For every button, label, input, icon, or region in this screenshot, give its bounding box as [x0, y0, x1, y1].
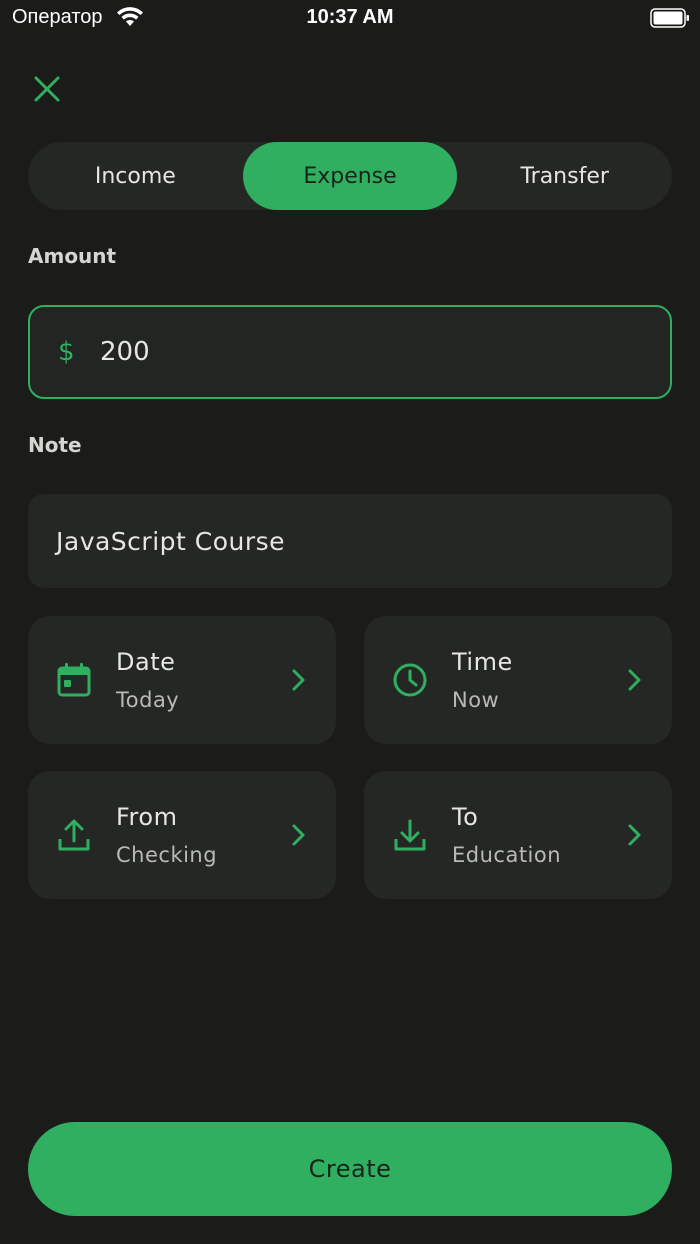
battery-icon [650, 8, 689, 28]
date-picker-card[interactable]: Date Today [28, 616, 336, 744]
from-value: Checking [116, 843, 218, 867]
time-value: Now [452, 688, 500, 712]
clock-icon [393, 663, 427, 697]
date-title: Date [116, 648, 176, 676]
to-title: To [452, 803, 479, 831]
note-input[interactable]: JavaScript Course [28, 494, 672, 588]
to-value: Education [452, 843, 562, 867]
tab-transfer[interactable]: Transfer [457, 142, 672, 210]
tab-expense[interactable]: Expense [242, 142, 458, 210]
create-button[interactable]: Create [28, 1122, 672, 1216]
status-time: 10:37 AM [306, 6, 394, 28]
chevron-right-icon [628, 669, 641, 691]
download-icon [394, 819, 426, 851]
note-label: Note [28, 433, 82, 457]
close-icon [34, 76, 60, 102]
chevron-right-icon [628, 824, 641, 846]
from-account-card[interactable]: From Checking [28, 771, 336, 899]
amount-input[interactable]: $ 200 [28, 305, 672, 399]
close-button[interactable] [28, 70, 66, 108]
tab-income[interactable]: Income [28, 142, 243, 210]
time-title: Time [452, 648, 513, 676]
calendar-icon [57, 663, 91, 697]
add-transaction-screen: Оператор 10:37 AM Income Expense Transfe… [0, 0, 700, 1244]
chevron-right-icon [292, 669, 305, 691]
to-category-card[interactable]: To Education [364, 771, 672, 899]
chevron-right-icon [292, 824, 305, 846]
currency-symbol: $ [58, 337, 75, 367]
upload-icon [58, 819, 90, 851]
amount-value: 200 [100, 337, 150, 367]
amount-label: Amount [28, 244, 117, 268]
transaction-type-tabs: Income Expense Transfer [28, 142, 672, 210]
date-value: Today [116, 688, 180, 712]
status-bar: Оператор 10:37 AM [0, 0, 700, 36]
time-picker-card[interactable]: Time Now [364, 616, 672, 744]
from-title: From [116, 803, 178, 831]
